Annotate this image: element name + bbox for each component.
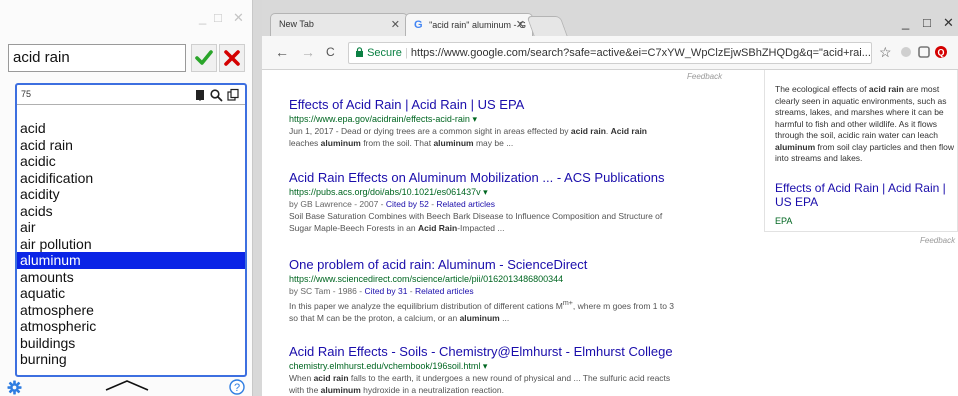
- word-entry-input[interactable]: acid rain: [8, 44, 186, 72]
- search-result: Acid Rain Effects on Aluminum Mobilizati…: [289, 170, 729, 234]
- address-text: https://www.google.com/search?safe=activ…: [410, 47, 871, 59]
- search-results-page: Feedback Effects of Acid Rain | Acid Rai…: [262, 70, 958, 396]
- browser-menu-icon[interactable]: ⋮: [952, 45, 958, 59]
- settings-gear-icon[interactable]: [7, 380, 22, 395]
- result-url: https://pubs.acs.org/doi/abs/10.1021/es0…: [289, 187, 488, 197]
- cited-by-link[interactable]: Cited by 52: [386, 199, 429, 209]
- cross-icon: [224, 50, 240, 66]
- lock-icon: [356, 47, 363, 57]
- result-snippet: Sugar Maple-Beech Forests in an Acid Rai…: [289, 223, 505, 233]
- knowledge-panel-link[interactable]: Effects of Acid Rain | Acid Rain | US EP…: [775, 181, 955, 209]
- prediction-word-item[interactable]: acids: [17, 203, 245, 220]
- result-meta: by SC Tam - 1986 - Cited by 31 - Related…: [289, 286, 474, 296]
- help-icon[interactable]: ?: [229, 379, 245, 395]
- prediction-word-item[interactable]: acid: [17, 120, 245, 137]
- search-icon[interactable]: [209, 88, 223, 102]
- knowledge-panel-text: The ecological effects of acid rain are …: [775, 84, 955, 163]
- panel-minimize-button[interactable]: _: [199, 11, 206, 25]
- checkmark-icon: [195, 50, 213, 65]
- feedback-link[interactable]: Feedback: [920, 236, 955, 245]
- prediction-word-item[interactable]: acidity: [17, 186, 245, 203]
- tab-close-icon[interactable]: ✕: [391, 18, 400, 31]
- extension-puzzle-icon[interactable]: [899, 45, 913, 59]
- result-snippet: so that M can be the proton, a calcium, …: [289, 312, 510, 323]
- browser-window: New Tab ✕ G "acid rain" aluminum - G ✕ _…: [262, 0, 958, 396]
- panel-maximize-button[interactable]: □: [214, 11, 222, 25]
- bookmark-star-icon[interactable]: ☆: [879, 45, 892, 59]
- prediction-list-header: 75: [17, 85, 245, 105]
- address-bar[interactable]: Secure | https://www.google.com/search?s…: [348, 42, 872, 64]
- prediction-list-frame: 75 acid acid rain acidic acidification acidi…: [15, 83, 247, 377]
- result-url: https://www.epa.gov/acidrain/effects-aci…: [289, 114, 477, 124]
- prediction-word-item[interactable]: air: [17, 219, 245, 236]
- svg-text:?: ?: [234, 382, 240, 394]
- panel-footer: ?: [0, 378, 253, 396]
- search-result: Effects of Acid Rain | Acid Rain | US EP…: [289, 97, 729, 149]
- result-snippet: When acid rain falls to the earth, it un…: [289, 373, 671, 383]
- prediction-word-item[interactable]: air pollution: [17, 236, 245, 253]
- result-meta: by GB Lawrence - 2007 - Cited by 52 - Re…: [289, 199, 496, 209]
- search-result: Acid Rain Effects - Soils - Chemistry@El…: [289, 344, 729, 396]
- cited-by-link[interactable]: Cited by 31: [364, 286, 407, 296]
- prediction-word-item[interactable]: acidification: [17, 170, 245, 187]
- panel-close-button[interactable]: ✕: [233, 11, 244, 25]
- result-snippet: with the aluminum hydroxide in a neutral…: [289, 385, 504, 395]
- prediction-word-item[interactable]: burning: [17, 351, 245, 368]
- prediction-word-item[interactable]: acidic: [17, 153, 245, 170]
- tab-label: "acid rain" aluminum - G: [429, 20, 526, 30]
- result-title-link[interactable]: Acid Rain Effects on Aluminum Mobilizati…: [289, 170, 729, 186]
- prediction-word-item[interactable]: aluminum: [17, 252, 245, 269]
- new-tab-button[interactable]: [526, 16, 568, 36]
- prediction-word-item[interactable]: amounts: [17, 269, 245, 286]
- result-title-link[interactable]: One problem of acid rain: Aluminum - Sci…: [289, 257, 729, 273]
- entry-row: acid rain: [8, 44, 248, 72]
- result-title-link[interactable]: Acid Rain Effects - Soils - Chemistry@El…: [289, 344, 729, 360]
- chevron-up-icon[interactable]: [104, 378, 150, 392]
- result-snippet: In this paper we analyze the equilibrium…: [289, 299, 675, 311]
- feedback-link[interactable]: Feedback: [687, 72, 722, 81]
- tab-label: New Tab: [279, 19, 314, 29]
- accept-button[interactable]: [191, 44, 217, 72]
- reload-button[interactable]: C: [326, 45, 335, 59]
- prediction-word-item[interactable]: acid rain: [17, 137, 245, 154]
- tab-new-tab[interactable]: New Tab ✕: [270, 13, 408, 36]
- forward-button[interactable]: →: [301, 45, 315, 59]
- result-url: chemistry.elmhurst.edu/vchembook/196soil…: [289, 361, 488, 371]
- browser-toolbar: ← → C Secure | https://www.google.com/se…: [262, 36, 958, 70]
- result-snippet: Jun 1, 2017 - Dead or dying trees are a …: [289, 126, 647, 136]
- result-url: https://www.sciencedirect.com/science/ar…: [289, 274, 564, 284]
- extension-q-icon[interactable]: Q: [934, 45, 948, 59]
- panel-titlebar: _ □ ✕: [0, 0, 253, 38]
- tab-strip: New Tab ✕ G "acid rain" aluminum - G ✕ _…: [262, 0, 958, 36]
- extension-square-icon[interactable]: [917, 45, 931, 59]
- prediction-word-list: acid acid rain acidic acidification acidity a…: [17, 120, 245, 368]
- search-result: One problem of acid rain: Aluminum - Sci…: [289, 257, 729, 324]
- tab-google-search[interactable]: G "acid rain" aluminum - G ✕: [405, 13, 533, 36]
- result-snippet: Soil Base Saturation Combines with Beech…: [289, 211, 663, 221]
- prediction-word-item[interactable]: aquatic: [17, 285, 245, 302]
- related-articles-link[interactable]: Related articles: [415, 286, 474, 296]
- google-g-icon: G: [414, 19, 423, 31]
- copy-icon[interactable]: [226, 88, 240, 102]
- svg-text:Q: Q: [937, 48, 944, 58]
- secure-label: Secure: [367, 47, 402, 59]
- browser-maximize-button[interactable]: □: [923, 15, 931, 30]
- knowledge-panel-source: EPA: [775, 216, 793, 226]
- bookmark-icon[interactable]: [193, 88, 207, 102]
- browser-close-button[interactable]: ✕: [943, 15, 954, 31]
- related-articles-link[interactable]: Related articles: [436, 199, 495, 209]
- prediction-count: 75: [21, 89, 32, 99]
- prediction-word-item[interactable]: atmosphere: [17, 302, 245, 319]
- prediction-word-item[interactable]: atmospheric: [17, 318, 245, 335]
- knowledge-panel: The ecological effects of acid rain are …: [764, 70, 958, 232]
- browser-minimize-button[interactable]: _: [902, 15, 909, 30]
- cancel-button[interactable]: [219, 44, 245, 72]
- tab-close-icon[interactable]: ✕: [516, 18, 525, 31]
- back-button[interactable]: ←: [275, 45, 289, 59]
- word-prediction-panel: _ □ ✕ acid rain 75 acid acid rain acidic…: [0, 0, 253, 396]
- prediction-word-item[interactable]: buildings: [17, 335, 245, 352]
- result-snippet: leaches aluminum from the soil. That alu…: [289, 138, 514, 148]
- result-title-link[interactable]: Effects of Acid Rain | Acid Rain | US EP…: [289, 97, 729, 113]
